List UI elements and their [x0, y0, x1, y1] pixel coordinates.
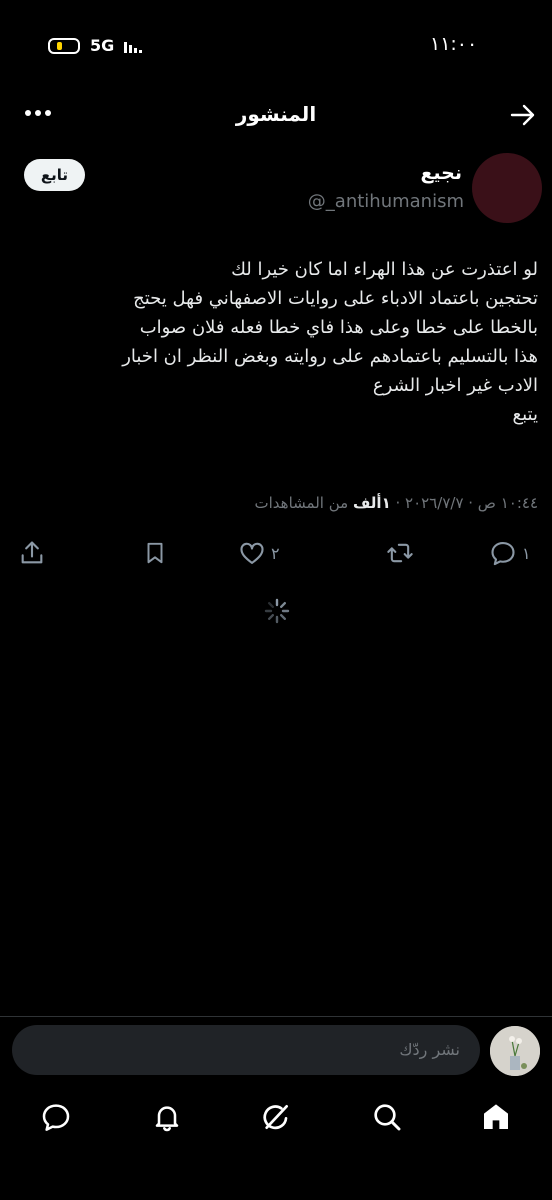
- post-line: يتبع: [512, 404, 538, 425]
- post-line: بالخطا على خطا وعلى هذا فاي خطا فعله فلا…: [139, 317, 538, 338]
- like-action[interactable]: ٢: [238, 539, 280, 567]
- views-count[interactable]: ١ألف: [353, 494, 391, 512]
- reply-count: ١: [522, 543, 531, 563]
- spinner-icon: [264, 598, 290, 624]
- messages-icon: [42, 1104, 70, 1131]
- grok-icon: [263, 1105, 288, 1130]
- post-meta: ١٠:٤٤ ص · ٢٠٢٦/٧/٧ · ١ألف من المشاهدات: [255, 494, 539, 512]
- author-avatar[interactable]: [472, 153, 542, 223]
- reply-icon: [491, 542, 515, 566]
- loading-spinner: [264, 598, 290, 624]
- bell-icon: [155, 1106, 179, 1132]
- post-line: لو اعتذرت عن هذا الهراء اما كان خيرا لك: [231, 259, 538, 280]
- author-handle[interactable]: @_antihumanism: [308, 191, 464, 212]
- post-line: تحتجين باعتماد الادباء على روايات الاصفه…: [133, 288, 538, 309]
- follow-button[interactable]: تابع: [24, 159, 85, 191]
- reply-action[interactable]: ١: [489, 539, 531, 567]
- reply-input[interactable]: نشر ردّك: [12, 1025, 480, 1075]
- divider: [0, 1016, 552, 1017]
- bookmark-action[interactable]: [142, 539, 168, 567]
- heart-icon: [240, 542, 264, 564]
- nav-notifications[interactable]: [151, 1101, 183, 1133]
- signal-icon: [124, 41, 143, 53]
- nav-grok[interactable]: [260, 1101, 292, 1133]
- bookmark-icon: [147, 542, 163, 564]
- repost-action[interactable]: [385, 539, 420, 567]
- status-indicators: 5G: [48, 36, 143, 55]
- status-time: ١١:٠٠: [430, 33, 478, 55]
- more-options-button[interactable]: [24, 101, 52, 125]
- flower-vase-image: [490, 1026, 540, 1076]
- page-title: المنشور: [235, 102, 317, 126]
- repost-icon: [387, 543, 413, 563]
- nav-messages[interactable]: [40, 1101, 72, 1133]
- more-icon: [25, 110, 51, 116]
- post-timestamp: ١٠:٤٤ ص · ٢٠٢٦/٧/٧ ·: [390, 494, 539, 512]
- home-icon: [484, 1104, 508, 1129]
- post-line: الادب غير اخبار الشرع: [372, 375, 538, 396]
- nav-home[interactable]: [480, 1101, 512, 1133]
- author-name[interactable]: نجيع: [420, 162, 462, 184]
- battery-icon: [48, 37, 80, 54]
- views-label: من المشاهدات: [254, 494, 353, 512]
- nav-search[interactable]: [371, 1101, 403, 1133]
- search-icon: [374, 1104, 401, 1131]
- post-line: هذا بالتسليم باعتمادهم على روايته وبغض ا…: [122, 346, 538, 367]
- post-body: لو اعتذرت عن هذا الهراء اما كان خيرا لك …: [10, 255, 538, 429]
- share-icon: [21, 541, 43, 564]
- like-count: ٢: [271, 543, 280, 563]
- current-user-avatar[interactable]: [490, 1026, 540, 1076]
- share-action[interactable]: [18, 539, 46, 567]
- network-type: 5G: [90, 36, 115, 55]
